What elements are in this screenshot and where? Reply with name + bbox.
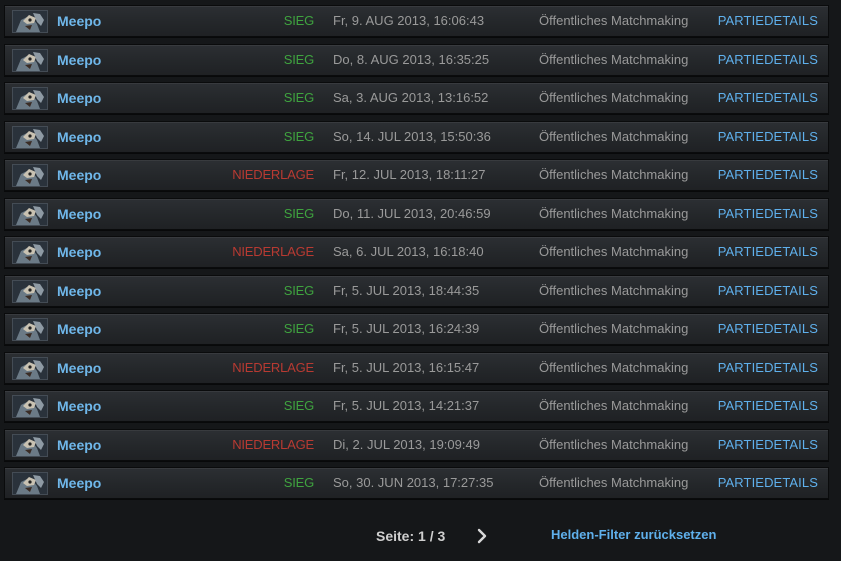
- match-row[interactable]: Meepo NIEDERLAGE Sa, 6. JUL 2013, 16:18:40…: [4, 236, 829, 268]
- match-date: Fr, 5. JUL 2013, 16:15:47: [333, 359, 480, 375]
- reset-hero-filter-link[interactable]: Helden-Filter zurücksetzen: [551, 525, 716, 545]
- chevron-right-icon: [477, 528, 487, 544]
- hero-name[interactable]: Meepo: [57, 468, 101, 498]
- match-details-link[interactable]: PARTIEDETAILS: [718, 83, 818, 113]
- match-row[interactable]: Meepo SIEG Fr, 9. AUG 2013, 16:06:43 Öffent…: [4, 5, 829, 37]
- hero-portrait-icon: [12, 87, 48, 110]
- match-result: SIEG: [283, 51, 314, 67]
- match-row[interactable]: Meepo NIEDERLAGE Fr, 12. JUL 2013, 18:11:2…: [4, 159, 829, 191]
- match-result: NIEDERLAGE: [232, 436, 314, 452]
- match-result: SIEG: [283, 128, 314, 144]
- match-row[interactable]: Meepo SIEG Do, 8. AUG 2013, 16:35:25 Öffent…: [4, 43, 829, 76]
- hero-portrait-icon: [12, 125, 48, 149]
- match-row[interactable]: Meepo SIEG So, 30. JUN 2013, 17:27:35 Öffen…: [4, 467, 829, 499]
- hero-portrait-icon: [12, 48, 48, 72]
- match-result: SIEG: [283, 13, 314, 28]
- hero-portrait-icon: [12, 10, 48, 33]
- hero-name[interactable]: Meepo: [57, 160, 101, 190]
- match-row[interactable]: Meepo SIEG Fr, 5. JUL 2013, 14:21:37 Öffent…: [4, 390, 829, 422]
- game-mode: Öffentliches Matchmaking: [539, 436, 689, 452]
- match-date: Fr, 5. JUL 2013, 16:24:39: [333, 321, 480, 336]
- match-details-link[interactable]: PARTIEDETAILS: [718, 237, 818, 267]
- match-result: NIEDERLAGE: [232, 359, 314, 375]
- hero-name[interactable]: Meepo: [57, 199, 101, 229]
- match-date: Fr, 12. JUL 2013, 18:11:27: [333, 167, 486, 182]
- match-date: Fr, 9. AUG 2013, 16:06:43: [333, 13, 485, 28]
- hero-portrait-icon: [12, 356, 48, 380]
- match-row[interactable]: Meepo SIEG Do, 11. JUL 2013, 20:46:59 Öffen…: [4, 197, 829, 230]
- game-mode: Öffentliches Matchmaking: [539, 128, 689, 144]
- match-date: Fr, 5. JUL 2013, 14:21:37: [333, 398, 480, 413]
- match-details-link[interactable]: PARTIEDETAILS: [718, 160, 818, 190]
- match-details-link[interactable]: PARTIEDETAILS: [718, 276, 818, 306]
- game-mode: Öffentliches Matchmaking: [539, 13, 689, 28]
- game-mode: Öffentliches Matchmaking: [539, 205, 689, 221]
- match-row[interactable]: Meepo NIEDERLAGE Fr, 5. JUL 2013, 16:15:47…: [4, 351, 829, 384]
- match-details-link[interactable]: PARTIEDETAILS: [718, 314, 818, 344]
- match-row[interactable]: Meepo SIEG Fr, 5. JUL 2013, 16:24:39 Öffent…: [4, 313, 829, 345]
- match-details-link[interactable]: PARTIEDETAILS: [718, 45, 818, 75]
- hero-portrait-icon: [12, 318, 48, 341]
- hero-name[interactable]: Meepo: [57, 314, 101, 344]
- match-history-list: Meepo SIEG Fr, 9. AUG 2013, 16:06:43 Öffent…: [4, 5, 829, 506]
- hero-name[interactable]: Meepo: [57, 353, 101, 383]
- match-date: Sa, 6. JUL 2013, 16:18:40: [333, 244, 484, 259]
- match-details-link[interactable]: PARTIEDETAILS: [718, 430, 818, 460]
- match-row[interactable]: Meepo SIEG Sa, 3. AUG 2013, 13:16:52 Öffent…: [4, 82, 829, 114]
- hero-portrait-icon: [12, 395, 48, 418]
- hero-name[interactable]: Meepo: [57, 276, 101, 306]
- match-date: Sa, 3. AUG 2013, 13:16:52: [333, 90, 489, 105]
- game-mode: Öffentliches Matchmaking: [539, 321, 689, 336]
- game-mode: Öffentliches Matchmaking: [539, 282, 689, 298]
- hero-name[interactable]: Meepo: [57, 430, 101, 460]
- match-details-link[interactable]: PARTIEDETAILS: [718, 6, 818, 36]
- hero-name[interactable]: Meepo: [57, 237, 101, 267]
- hero-portrait-icon: [12, 202, 48, 226]
- hero-portrait-icon: [12, 472, 48, 495]
- match-date: Do, 8. AUG 2013, 16:35:25: [333, 51, 490, 67]
- hero-portrait-icon: [12, 433, 48, 457]
- match-row[interactable]: Meepo SIEG Fr, 5. JUL 2013, 18:44:35 Öffent…: [4, 274, 829, 307]
- match-result: SIEG: [283, 205, 314, 221]
- game-mode: Öffentliches Matchmaking: [539, 359, 689, 375]
- game-mode: Öffentliches Matchmaking: [539, 398, 689, 413]
- match-date: So, 14. JUL 2013, 15:50:36: [333, 128, 491, 144]
- match-details-link[interactable]: PARTIEDETAILS: [718, 199, 818, 229]
- match-result: SIEG: [283, 475, 314, 490]
- match-date: Fr, 5. JUL 2013, 18:44:35: [333, 282, 480, 298]
- match-result: SIEG: [283, 90, 314, 105]
- match-details-link[interactable]: PARTIEDETAILS: [718, 468, 818, 498]
- hero-name[interactable]: Meepo: [57, 122, 101, 152]
- match-row[interactable]: Meepo NIEDERLAGE Di, 2. JUL 2013, 19:09:49…: [4, 428, 829, 461]
- match-details-link[interactable]: PARTIEDETAILS: [718, 353, 818, 383]
- hero-portrait-icon: [12, 279, 48, 303]
- game-mode: Öffentliches Matchmaking: [539, 51, 689, 67]
- match-date: Do, 11. JUL 2013, 20:46:59: [333, 205, 491, 221]
- hero-portrait-icon: [12, 164, 48, 187]
- hero-name[interactable]: Meepo: [57, 83, 101, 113]
- hero-name[interactable]: Meepo: [57, 45, 101, 75]
- match-details-link[interactable]: PARTIEDETAILS: [718, 122, 818, 152]
- game-mode: Öffentliches Matchmaking: [539, 167, 689, 182]
- hero-name[interactable]: Meepo: [57, 391, 101, 421]
- match-result: NIEDERLAGE: [232, 244, 314, 259]
- match-row[interactable]: Meepo SIEG So, 14. JUL 2013, 15:50:36 Öffen…: [4, 120, 829, 153]
- match-details-link[interactable]: PARTIEDETAILS: [718, 391, 818, 421]
- match-result: SIEG: [283, 398, 314, 413]
- page-indicator: Seite: 1 / 3: [376, 528, 446, 544]
- match-result: SIEG: [283, 282, 314, 298]
- match-result: SIEG: [283, 321, 314, 336]
- next-page-button[interactable]: [474, 528, 490, 544]
- match-date: So, 30. JUN 2013, 17:27:35: [333, 475, 494, 490]
- match-date: Di, 2. JUL 2013, 19:09:49: [333, 436, 480, 452]
- hero-name[interactable]: Meepo: [57, 6, 101, 36]
- match-result: NIEDERLAGE: [232, 167, 314, 182]
- game-mode: Öffentliches Matchmaking: [539, 244, 689, 259]
- game-mode: Öffentliches Matchmaking: [539, 475, 689, 490]
- game-mode: Öffentliches Matchmaking: [539, 90, 689, 105]
- hero-portrait-icon: [12, 241, 48, 264]
